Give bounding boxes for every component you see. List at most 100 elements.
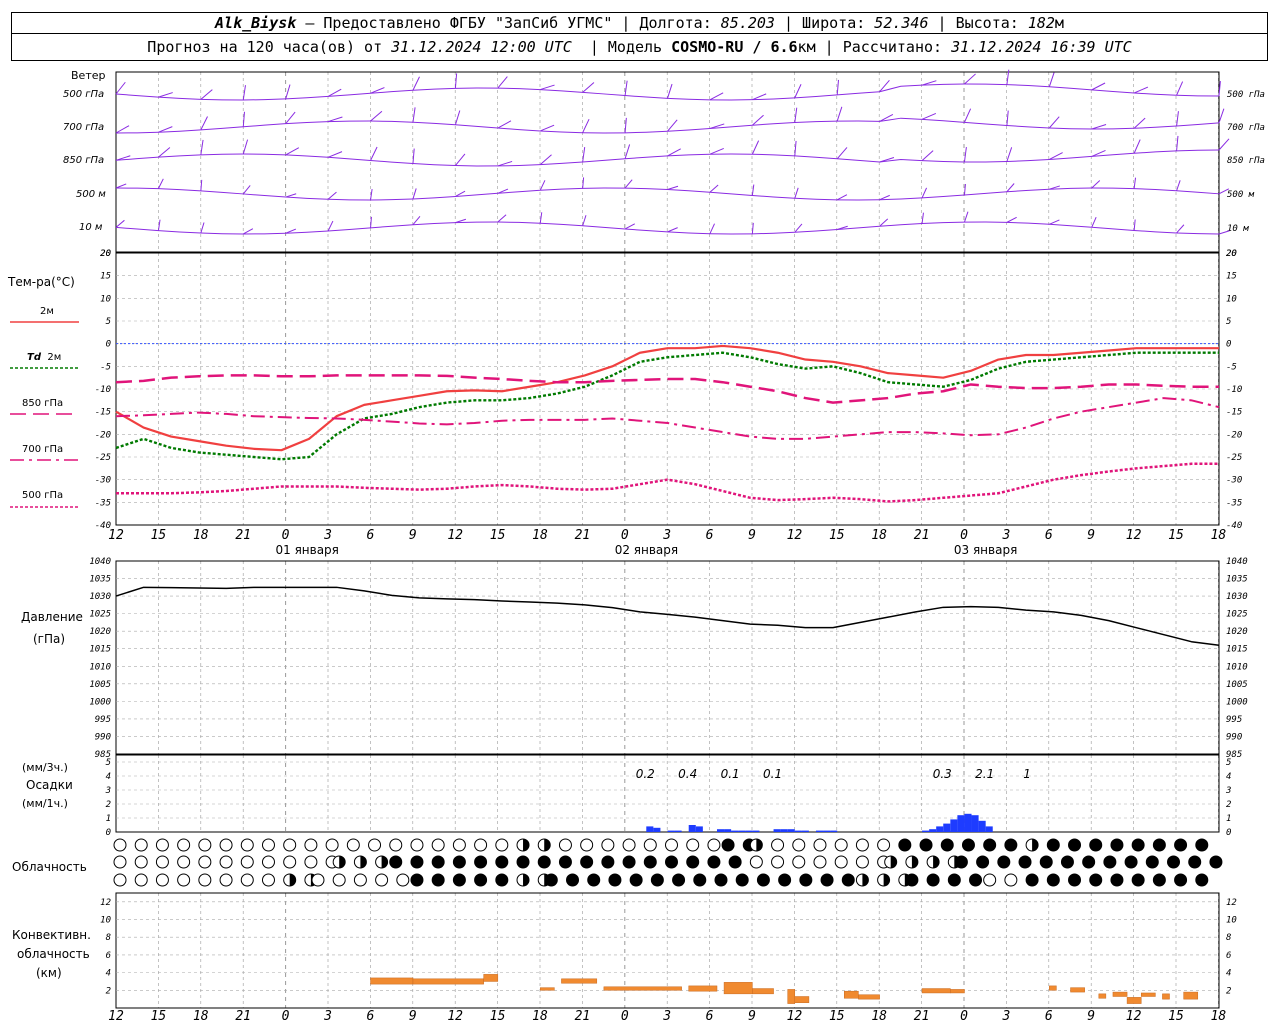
cloud-cover-full — [961, 838, 975, 852]
cloud-cover-clear — [410, 838, 424, 852]
precip-bar — [731, 830, 739, 832]
wind-barb — [1176, 224, 1185, 234]
wind-barb — [454, 73, 458, 89]
temp-xtick-label: 21 — [575, 528, 591, 543]
conv-cloud-bar — [723, 982, 753, 995]
cloud-cover-full — [1174, 873, 1188, 887]
temp-ytick-right: -10 — [1226, 385, 1242, 395]
cloud-cover-clear — [113, 838, 127, 852]
conv-xtick-label: 18 — [193, 1009, 209, 1024]
wind-barb — [242, 139, 249, 155]
precip-bar — [794, 830, 802, 832]
wind-barb — [115, 219, 125, 228]
temp-xtick-label: 12 — [108, 528, 124, 543]
cloud-cover-clear — [177, 873, 191, 887]
precip-bar — [787, 829, 795, 832]
wind-barb — [921, 150, 934, 162]
pressure-ytick-left: 1030 — [89, 592, 111, 602]
cloud-cover-full — [410, 855, 424, 869]
conv-cloud-bar — [858, 994, 880, 1000]
cloud-cover-full — [686, 855, 700, 869]
wind-barb — [1176, 81, 1184, 96]
cloud-cover-clear — [792, 855, 806, 869]
temp-xtick-label: 9 — [748, 528, 756, 543]
pressure-ytick-right: 1030 — [1226, 592, 1248, 602]
cloud-cover-partial-fill — [289, 874, 296, 886]
cloud-cover-clear — [134, 873, 148, 887]
precip-3h-sum: 0.2 — [636, 767, 655, 781]
wind-barb — [709, 184, 719, 193]
cloud-cover-full — [1018, 855, 1032, 869]
precip-bar — [964, 813, 972, 832]
cloud-cover-full — [544, 873, 558, 887]
conv-ytick-left: 4 — [106, 969, 111, 979]
cloud-cover-clear — [155, 838, 169, 852]
wind-barb — [836, 79, 840, 95]
precip-bar — [773, 829, 781, 832]
wind-barb — [794, 223, 803, 233]
cloud-cover-full — [926, 873, 940, 887]
cloud-cover-partial-fill — [360, 856, 367, 868]
temp-ytick-left: -15 — [95, 408, 111, 418]
temp-xtick-label: 12 — [1126, 528, 1142, 543]
pressure-ytick-left: 1040 — [89, 557, 111, 567]
wind-barb — [158, 92, 173, 98]
cloud-cover-full — [735, 873, 749, 887]
cloud-cover-clear — [346, 838, 360, 852]
cloud-cover-full — [1046, 873, 1060, 887]
wind-barb — [115, 125, 130, 134]
precip-ytick-left: 0 — [106, 828, 111, 838]
cloud-cover-full — [1046, 838, 1060, 852]
conv-ytick-right: 2 — [1226, 986, 1231, 996]
wind-barb — [115, 81, 126, 95]
wind-barb — [327, 151, 343, 158]
pressure-ytick-left: 1010 — [89, 662, 111, 672]
wind-barb — [1176, 135, 1179, 151]
wind-barb — [200, 89, 213, 100]
wind-barb — [582, 147, 586, 163]
pressure-ytick-left: 1000 — [89, 697, 111, 707]
wind-barb — [243, 228, 254, 235]
wind-barb — [1133, 86, 1149, 94]
wind-barb — [582, 82, 595, 93]
cloud-cover-full — [1103, 855, 1117, 869]
cloud-cover-full — [537, 855, 551, 869]
precip-bar — [929, 829, 937, 832]
cloud-cover-partial-fill — [523, 839, 530, 851]
temp-xtick-label: 0 — [282, 528, 290, 543]
cloud-cover-full — [622, 855, 636, 869]
wind-barb — [794, 187, 799, 199]
cloud-cover-full — [1145, 855, 1159, 869]
conv-xtick-label: 0 — [282, 1009, 290, 1024]
wind-barb — [454, 153, 466, 166]
conv-cloud-bar — [539, 987, 555, 991]
precip-bar — [801, 830, 809, 832]
cloud-cover-clear — [771, 855, 785, 869]
conv-xtick-label: 3 — [323, 1009, 332, 1024]
cloud-cover-clear — [155, 873, 169, 887]
temp-ytick-left: -20 — [95, 430, 111, 440]
precip-bar — [695, 826, 703, 832]
cloud-cover-clear — [240, 873, 254, 887]
wind-barb — [242, 85, 246, 101]
precip-bar — [971, 815, 979, 832]
wind-barb — [285, 147, 300, 156]
wind-barb — [879, 218, 889, 227]
cloud-cover-partial-fill — [862, 874, 869, 886]
wind-barb — [963, 211, 969, 223]
precip-bar — [985, 826, 993, 832]
cloud-cover-full — [452, 873, 466, 887]
wind-barb — [582, 118, 590, 133]
temp-ytick-left: 0 — [106, 340, 111, 350]
cloud-cover-full — [721, 838, 735, 852]
temp-xtick-label: 3 — [323, 528, 332, 543]
temp-ytick-right: -5 — [1226, 362, 1237, 372]
cloud-cover-clear — [707, 838, 721, 852]
cloud-cover-clear — [283, 855, 297, 869]
cloud-cover-full — [1082, 855, 1096, 869]
cloud-cover-full — [431, 873, 445, 887]
cloud-cover-full — [778, 873, 792, 887]
temp-xtick-label: 21 — [235, 528, 251, 543]
wind-barb — [709, 147, 724, 155]
temp-ytick-left: 15 — [100, 272, 111, 282]
